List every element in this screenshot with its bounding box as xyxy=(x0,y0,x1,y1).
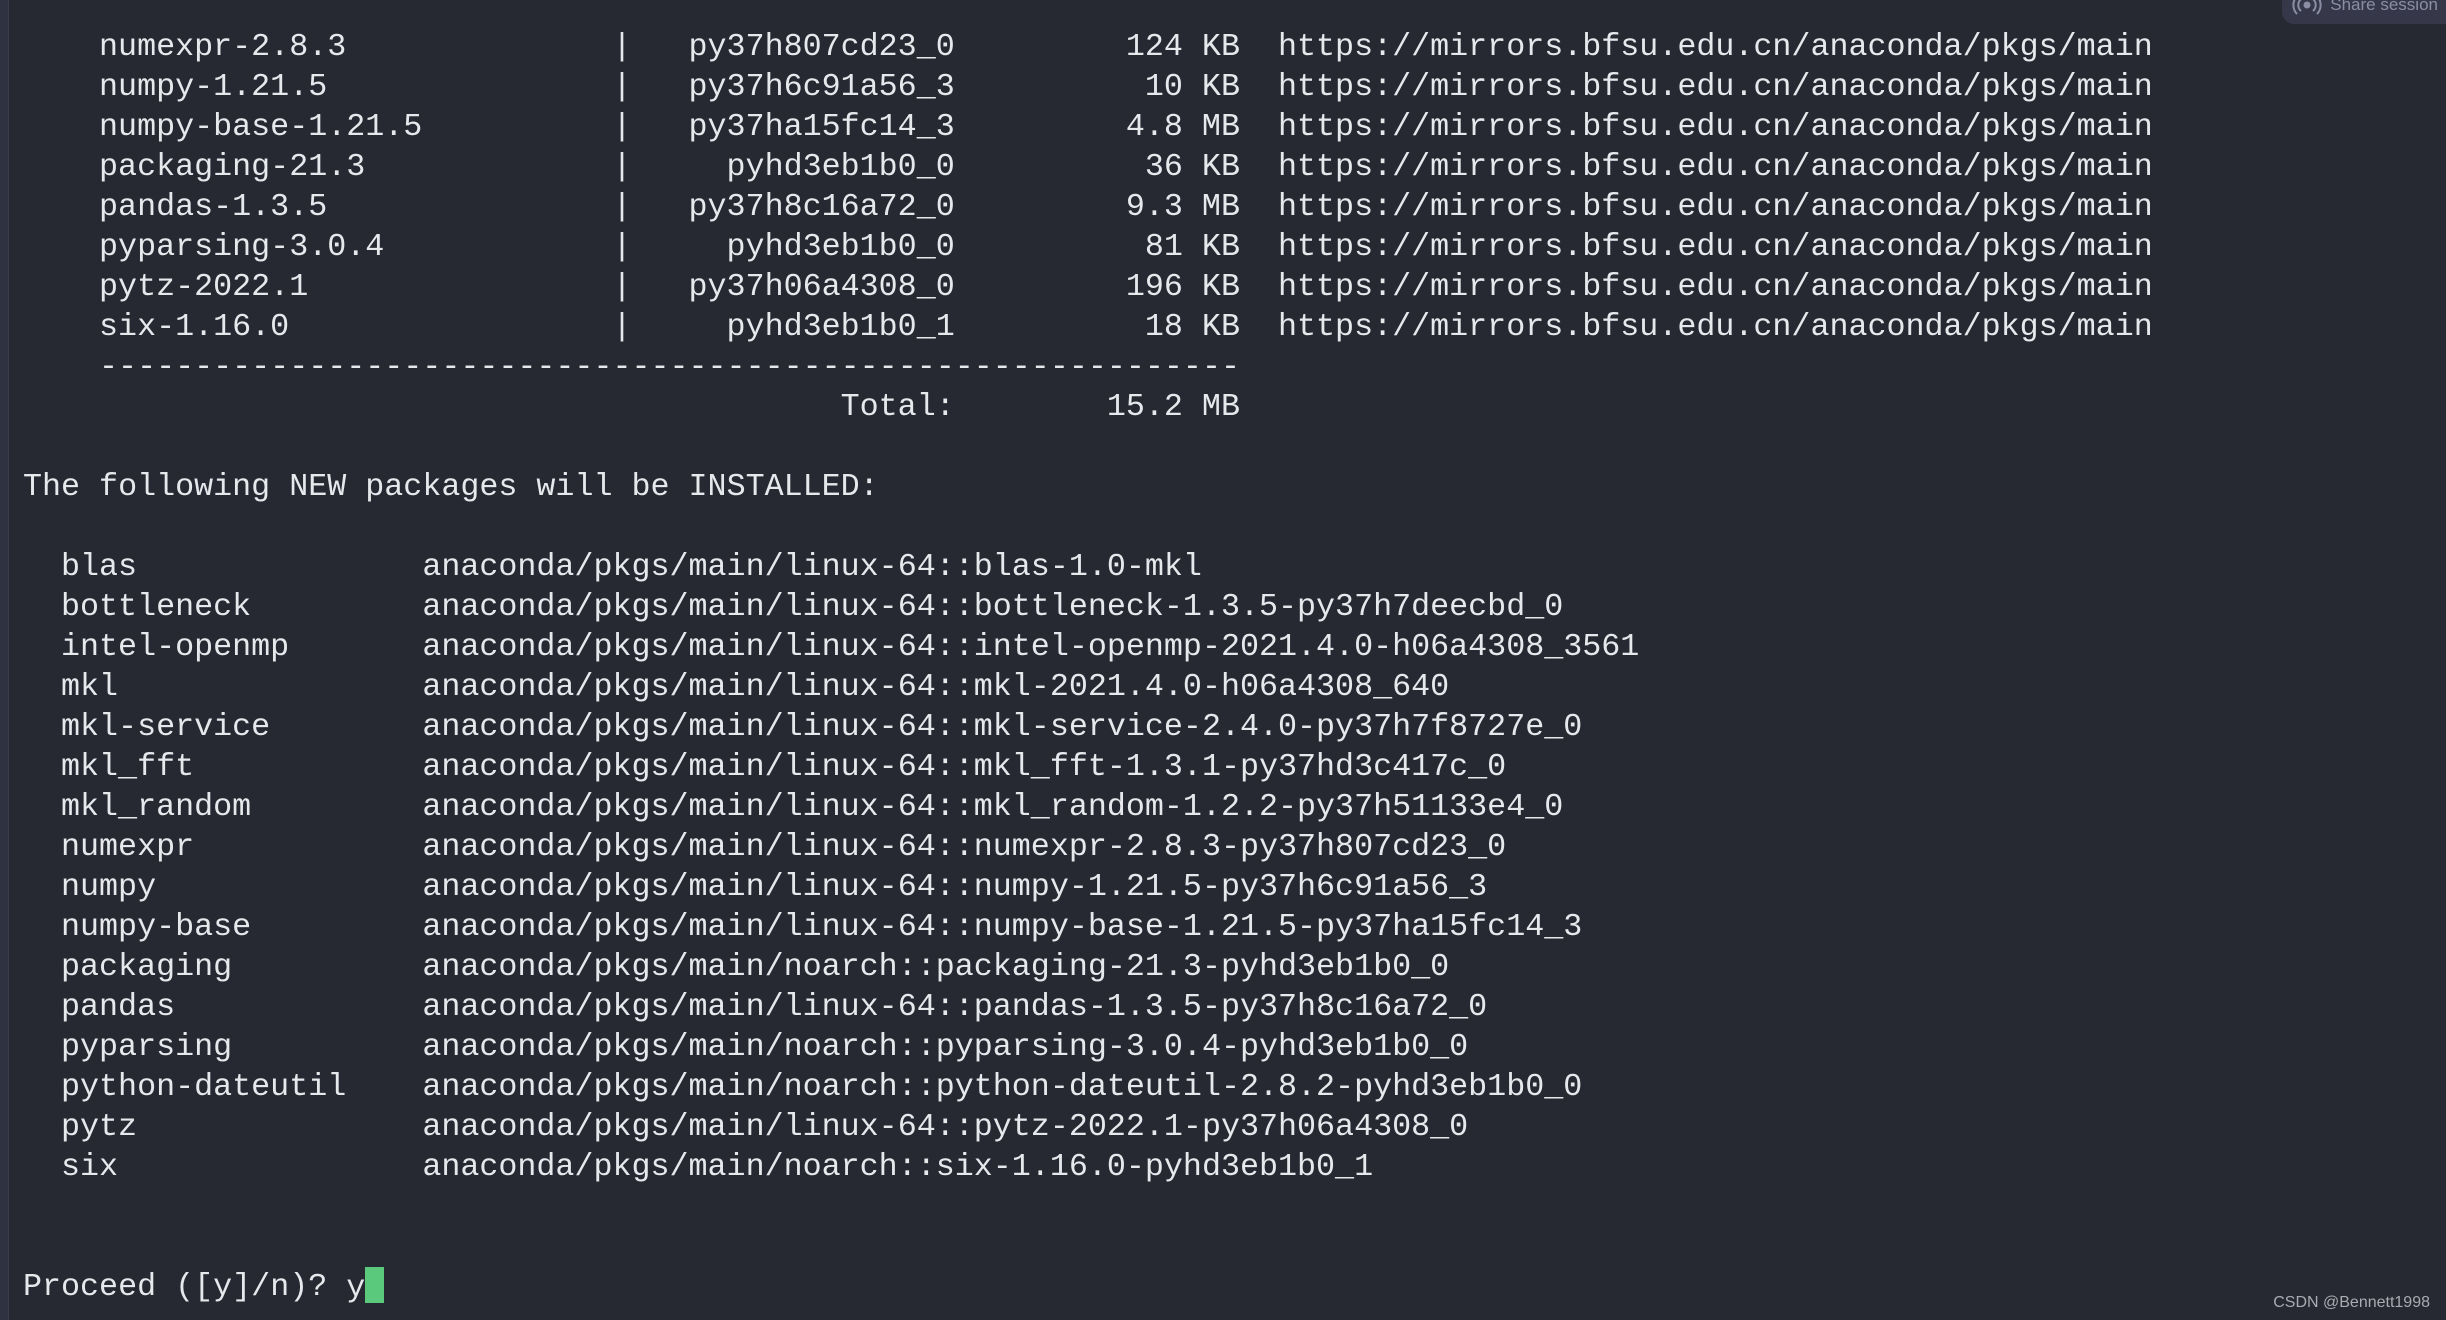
build-string: pyhd3eb1b0_0 xyxy=(726,149,955,185)
install-package-spec: anaconda/pkgs/main/linux-64::blas-1.0-mk… xyxy=(422,549,1202,585)
install-package-name: mkl_random xyxy=(61,789,252,825)
channel-url: https://mirrors.bfsu.edu.cn/anaconda/pkg… xyxy=(1278,69,2153,105)
install-package-spec: anaconda/pkgs/main/linux-64::mkl-service… xyxy=(422,709,1583,745)
package-name: numpy-1.21.5 xyxy=(99,69,328,105)
package-size: 10 KB xyxy=(1144,69,1240,105)
total-label: Total: xyxy=(840,389,955,425)
build-string: py37h807cd23_0 xyxy=(688,29,955,65)
package-size: 4.8 MB xyxy=(1125,109,1240,145)
install-package-name: numexpr xyxy=(61,829,195,865)
install-package-spec: anaconda/pkgs/main/linux-64::mkl-2021.4.… xyxy=(422,669,1450,705)
install-package-spec: anaconda/pkgs/main/linux-64::pandas-1.3.… xyxy=(422,989,1488,1025)
column-separator: | xyxy=(612,109,632,145)
package-size: 9.3 MB xyxy=(1125,189,1240,225)
install-package-spec: anaconda/pkgs/main/linux-64::numpy-base-… xyxy=(422,909,1583,945)
install-package-name: intel-openmp xyxy=(61,629,290,665)
install-package-name: pytz xyxy=(61,1109,138,1145)
package-name: pandas-1.3.5 xyxy=(99,189,328,225)
package-name: pyparsing-3.0.4 xyxy=(99,229,385,265)
column-separator: | xyxy=(612,29,632,65)
install-package-name: numpy-base xyxy=(61,909,252,945)
install-package-name: blas xyxy=(61,549,138,585)
install-package-name: mkl-service xyxy=(61,709,271,745)
share-session-button[interactable]: Share session xyxy=(2282,0,2446,24)
channel-url: https://mirrors.bfsu.edu.cn/anaconda/pkg… xyxy=(1278,309,2153,345)
package-size: 124 KB xyxy=(1125,29,1240,65)
install-package-name: numpy xyxy=(61,869,157,905)
terminal-cursor xyxy=(365,1267,385,1303)
channel-url: https://mirrors.bfsu.edu.cn/anaconda/pkg… xyxy=(1278,109,2153,145)
install-package-spec: anaconda/pkgs/main/linux-64::numexpr-2.8… xyxy=(422,829,1507,865)
column-separator: | xyxy=(612,269,632,305)
build-string: py37h6c91a56_3 xyxy=(688,69,955,105)
install-package-spec: anaconda/pkgs/main/linux-64::pytz-2022.1… xyxy=(422,1109,1469,1145)
install-package-spec: anaconda/pkgs/main/linux-64::intel-openm… xyxy=(422,629,1640,665)
install-package-spec: anaconda/pkgs/main/noarch::packaging-21.… xyxy=(422,949,1450,985)
column-separator: | xyxy=(612,69,632,105)
channel-url: https://mirrors.bfsu.edu.cn/anaconda/pkg… xyxy=(1278,149,2153,185)
install-package-spec: anaconda/pkgs/main/noarch::six-1.16.0-py… xyxy=(422,1149,1374,1185)
prompt-input[interactable]: y xyxy=(346,1267,385,1308)
install-package-spec: anaconda/pkgs/main/linux-64::mkl_random-… xyxy=(422,789,1564,825)
install-package-spec: anaconda/pkgs/main/linux-64::mkl_fft-1.3… xyxy=(422,749,1507,785)
build-string: py37h8c16a72_0 xyxy=(688,189,955,225)
install-package-spec: anaconda/pkgs/main/noarch::python-dateut… xyxy=(422,1069,1583,1105)
install-package-name: six xyxy=(61,1149,119,1185)
package-size: 36 KB xyxy=(1144,149,1240,185)
column-separator: | xyxy=(612,229,632,265)
package-size: 196 KB xyxy=(1125,269,1240,305)
install-package-name: mkl_fft xyxy=(61,749,195,785)
column-separator: | xyxy=(612,149,632,185)
dashed-rule: ----------------------------------------… xyxy=(99,349,1240,385)
column-separator: | xyxy=(612,309,632,345)
build-string: pyhd3eb1b0_0 xyxy=(726,229,955,265)
install-package-name: python-dateutil xyxy=(61,1069,347,1105)
column-separator: | xyxy=(612,189,632,225)
install-package-name: mkl xyxy=(61,669,119,705)
install-package-spec: anaconda/pkgs/main/linux-64::numpy-1.21.… xyxy=(422,869,1488,905)
install-package-name: packaging xyxy=(61,949,233,985)
channel-url: https://mirrors.bfsu.edu.cn/anaconda/pkg… xyxy=(1278,189,2153,225)
package-name: six-1.16.0 xyxy=(99,309,290,345)
prompt-input-value: y xyxy=(346,1270,366,1306)
window-edge xyxy=(0,0,9,1320)
package-name: numpy-base-1.21.5 xyxy=(99,109,423,145)
package-name: packaging-21.3 xyxy=(99,149,366,185)
build-string: pyhd3eb1b0_1 xyxy=(726,309,955,345)
prompt-text: Proceed ([y]/n)? xyxy=(23,1269,347,1305)
channel-url: https://mirrors.bfsu.edu.cn/anaconda/pkg… xyxy=(1278,269,2153,305)
install-header-text: The following NEW packages will be INSTA… xyxy=(23,469,879,505)
watermark: CSDN @Bennett1998 xyxy=(2273,1294,2430,1311)
package-size: 81 KB xyxy=(1144,229,1240,265)
package-name: numexpr-2.8.3 xyxy=(99,29,347,65)
install-package-spec: anaconda/pkgs/main/linux-64::bottleneck-… xyxy=(422,589,1564,625)
total-size: 15.2 MB xyxy=(1106,389,1240,425)
install-package-spec: anaconda/pkgs/main/noarch::pyparsing-3.0… xyxy=(422,1029,1469,1065)
channel-url: https://mirrors.bfsu.edu.cn/anaconda/pkg… xyxy=(1278,29,2153,65)
package-size: 18 KB xyxy=(1144,309,1240,345)
channel-url: https://mirrors.bfsu.edu.cn/anaconda/pkg… xyxy=(1278,229,2153,265)
install-package-name: pandas xyxy=(61,989,176,1025)
build-string: py37h06a4308_0 xyxy=(688,269,955,305)
broadcast-icon xyxy=(2292,0,2322,15)
build-string: py37ha15fc14_3 xyxy=(688,109,955,145)
share-session-label: Share session xyxy=(2330,0,2438,14)
install-package-name: pyparsing xyxy=(61,1029,233,1065)
package-name: pytz-2022.1 xyxy=(99,269,309,305)
install-package-name: bottleneck xyxy=(61,589,252,625)
